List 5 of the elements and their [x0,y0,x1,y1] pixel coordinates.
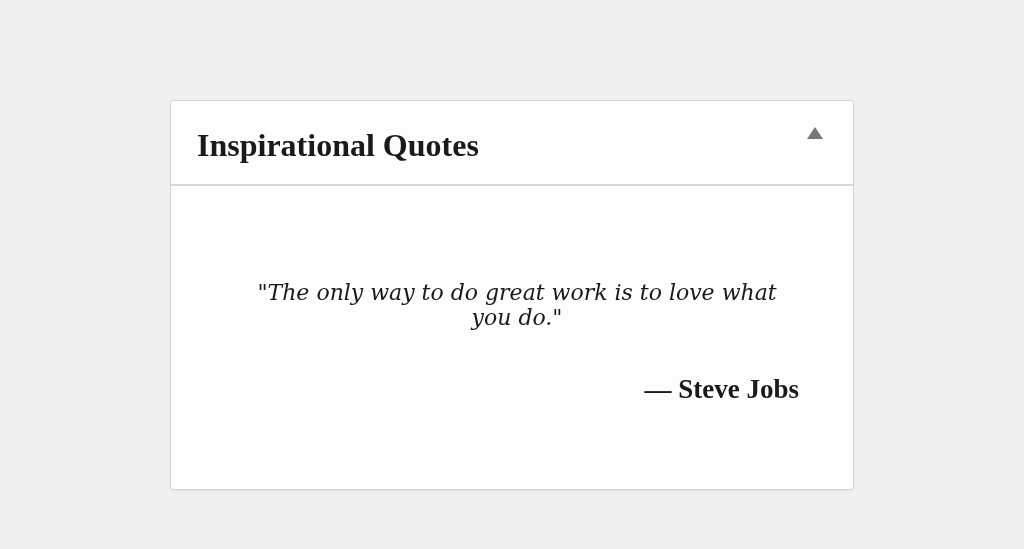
collapse-toggle[interactable] [807,126,823,139]
widget-title: Inspirational Quotes [197,126,479,164]
quote-author: — Steve Jobs [644,374,799,405]
quote-text: "The only way to do great work is to love what you do." [256,280,778,330]
triangle-icon [807,126,823,139]
